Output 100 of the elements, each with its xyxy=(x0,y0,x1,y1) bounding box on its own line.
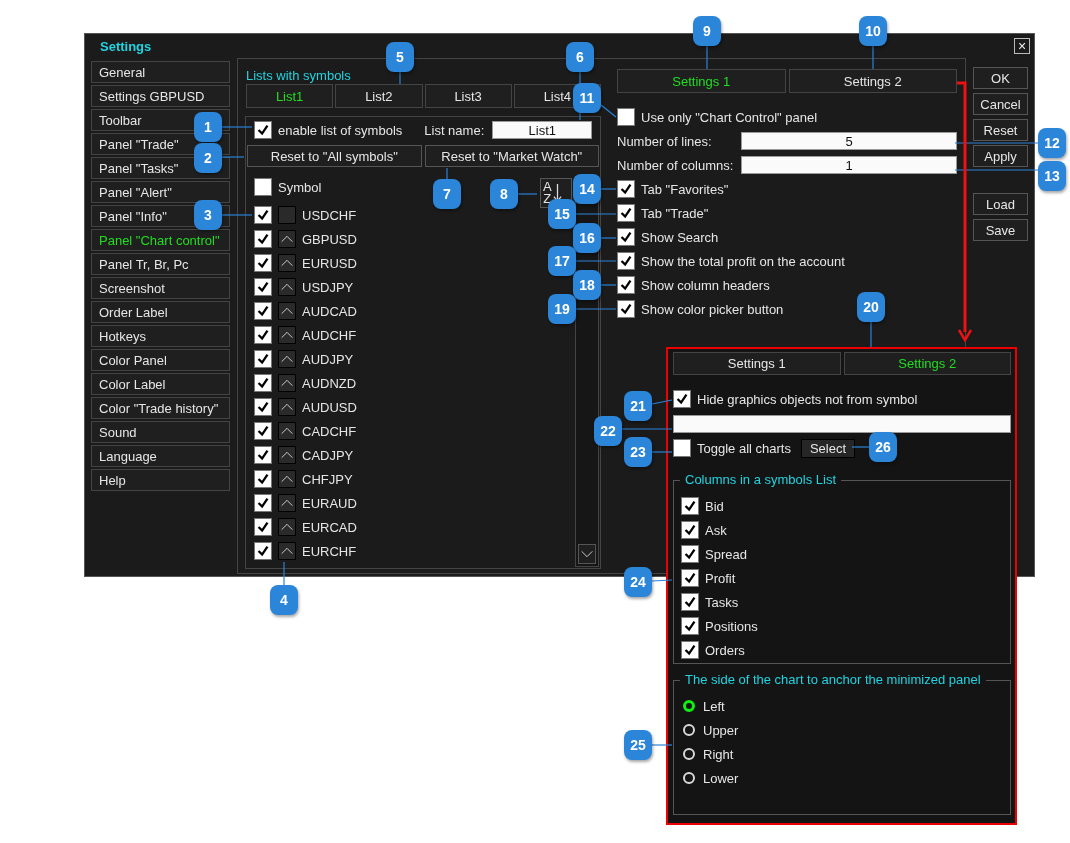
checkbox[interactable] xyxy=(254,542,272,560)
leader-line xyxy=(651,399,673,405)
close-button[interactable]: × xyxy=(1014,38,1030,54)
dialog-button[interactable]: OK xyxy=(973,67,1028,89)
dialog-button[interactable]: Reset xyxy=(973,119,1028,141)
sidebar-item[interactable]: Color "Trade history" xyxy=(91,397,230,419)
checkbox[interactable] xyxy=(254,230,272,248)
sidebar-item[interactable]: Color Panel xyxy=(91,349,230,371)
checkbox-label: Use only "Chart Control" panel xyxy=(641,109,818,125)
reset-button[interactable]: Reset to "Market Watch" xyxy=(424,145,599,167)
checkbox[interactable] xyxy=(673,439,691,457)
callout-tooltip: 15 xyxy=(548,199,576,229)
leader-line xyxy=(221,156,245,158)
list-tab[interactable]: List2 xyxy=(335,84,423,108)
move-up-button[interactable] xyxy=(278,518,296,536)
list-tab[interactable]: List1 xyxy=(246,84,334,108)
callout-tooltip: 18 xyxy=(573,270,601,300)
sidebar-item[interactable]: Order Label xyxy=(91,301,230,323)
checkbox[interactable] xyxy=(617,108,635,126)
move-up-button[interactable] xyxy=(278,494,296,512)
list-tab[interactable]: List3 xyxy=(424,84,512,108)
radio-button[interactable] xyxy=(683,700,695,712)
input-field[interactable] xyxy=(673,415,1011,433)
checkbox[interactable] xyxy=(254,518,272,536)
sidebar-item[interactable]: Panel Tr, Br, Pc xyxy=(91,253,230,275)
symbol-name: AUDJPY xyxy=(302,351,354,367)
radio-button[interactable] xyxy=(683,724,695,736)
sidebar-item[interactable]: Sound xyxy=(91,421,230,443)
sidebar-item[interactable]: Help xyxy=(91,469,230,491)
checkbox[interactable] xyxy=(681,569,699,587)
settings-tab[interactable]: Settings 1 xyxy=(673,352,841,375)
checkbox[interactable] xyxy=(681,521,699,539)
checkbox[interactable] xyxy=(254,470,272,488)
checkbox[interactable] xyxy=(254,206,272,224)
sidebar-item[interactable]: Hotkeys xyxy=(91,325,230,347)
sidebar-item[interactable]: Language xyxy=(91,445,230,467)
checkbox[interactable] xyxy=(254,350,272,368)
sidebar-item[interactable]: Panel "Chart control" xyxy=(91,229,230,251)
reset-button[interactable]: Reset to "All symbols" xyxy=(247,145,422,167)
dialog-button[interactable]: Save xyxy=(973,219,1028,241)
checkbox[interactable] xyxy=(681,545,699,563)
number-field[interactable]: 1 xyxy=(741,156,957,174)
move-up-button[interactable] xyxy=(278,398,296,416)
checkbox[interactable] xyxy=(681,641,699,659)
checkbox[interactable] xyxy=(681,593,699,611)
move-up-button[interactable] xyxy=(278,542,296,560)
radio-button[interactable] xyxy=(683,748,695,760)
checkbox[interactable] xyxy=(673,390,691,408)
checkbox[interactable] xyxy=(254,326,272,344)
checkbox[interactable] xyxy=(617,204,635,222)
checkbox[interactable] xyxy=(254,446,272,464)
sidebar-item[interactable]: Color Label xyxy=(91,373,230,395)
select-button[interactable]: Select xyxy=(800,438,856,458)
checkbox[interactable] xyxy=(254,278,272,296)
checkbox[interactable] xyxy=(254,178,272,196)
checkbox[interactable] xyxy=(254,398,272,416)
checkbox[interactable] xyxy=(254,494,272,512)
dialog-button[interactable]: Apply xyxy=(973,145,1028,167)
settings-tab[interactable]: Settings 2 xyxy=(788,69,957,93)
group-title: The side of the chart to anchor the minimized panel xyxy=(680,672,986,687)
checkbox[interactable] xyxy=(617,228,635,246)
checkbox[interactable] xyxy=(681,617,699,635)
number-field[interactable]: 5 xyxy=(741,132,957,150)
sidebar-item[interactable]: General xyxy=(91,61,230,83)
dialog-button[interactable]: Load xyxy=(973,193,1028,215)
move-up-button[interactable] xyxy=(278,470,296,488)
callout-tooltip: 19 xyxy=(548,294,576,324)
checkbox-label: Positions xyxy=(705,618,758,634)
checkbox[interactable] xyxy=(254,374,272,392)
sidebar-item[interactable]: Settings GBPUSD xyxy=(91,85,230,107)
settings-tab[interactable]: Settings 2 xyxy=(843,352,1011,375)
sidebar-item[interactable]: Panel "Alert" xyxy=(91,181,230,203)
checkbox[interactable] xyxy=(254,121,272,139)
callout-tooltip: 25 xyxy=(624,730,652,760)
move-up-button[interactable] xyxy=(278,302,296,320)
move-up-button[interactable] xyxy=(278,422,296,440)
checkbox[interactable] xyxy=(254,422,272,440)
radio-button[interactable] xyxy=(683,772,695,784)
sidebar-item[interactable]: Screenshot xyxy=(91,277,230,299)
checkbox-label: Ask xyxy=(705,522,727,538)
checkbox[interactable] xyxy=(617,276,635,294)
checkbox[interactable] xyxy=(254,254,272,272)
move-up-button[interactable] xyxy=(278,446,296,464)
checkbox[interactable] xyxy=(681,497,699,515)
move-up-button[interactable] xyxy=(278,374,296,392)
scroll-down-button[interactable] xyxy=(578,544,596,564)
checkbox-label: Tab "Trade" xyxy=(641,205,709,221)
checkbox[interactable] xyxy=(617,300,635,318)
move-up-button[interactable] xyxy=(278,326,296,344)
move-up-button[interactable] xyxy=(278,278,296,296)
dialog-button[interactable]: Cancel xyxy=(973,93,1028,115)
symbol-name: AUDCAD xyxy=(302,303,357,319)
checkbox[interactable] xyxy=(617,252,635,270)
checkbox[interactable] xyxy=(617,180,635,198)
move-up-button[interactable] xyxy=(278,350,296,368)
move-up-button[interactable] xyxy=(278,230,296,248)
move-up-button[interactable] xyxy=(278,254,296,272)
list-name-field[interactable]: List1 xyxy=(492,121,593,139)
settings-tab[interactable]: Settings 1 xyxy=(617,69,786,93)
checkbox[interactable] xyxy=(254,302,272,320)
